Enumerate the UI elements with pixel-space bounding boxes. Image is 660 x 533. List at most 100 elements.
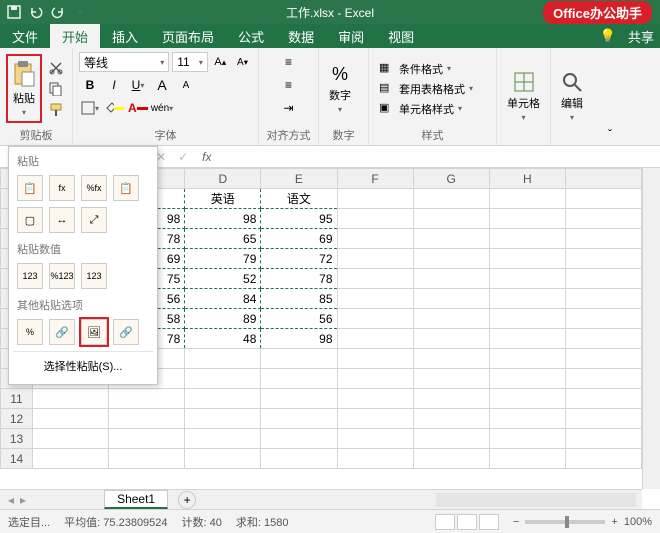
phonetic-button[interactable]: wén▾ <box>151 98 173 118</box>
decrease-font-button[interactable]: A▾ <box>233 52 252 72</box>
tab-data[interactable]: 数据 <box>276 24 326 48</box>
font-color-button[interactable]: A <box>127 98 149 118</box>
cell[interactable]: 65 <box>185 229 261 249</box>
paste-picture-button[interactable]: 🖼 <box>81 319 107 345</box>
cell[interactable] <box>489 409 565 429</box>
zoom-in-button[interactable]: + <box>611 516 617 528</box>
paste-values-button[interactable]: 123 <box>17 263 43 289</box>
row-header[interactable]: 12 <box>1 409 33 429</box>
cell[interactable] <box>337 449 413 469</box>
view-pagelayout-button[interactable] <box>457 514 477 530</box>
copy-button[interactable] <box>46 80 66 98</box>
cell[interactable] <box>413 449 489 469</box>
font-name-select[interactable]: 等线▾ <box>79 52 169 72</box>
redo-icon[interactable] <box>50 4 66 20</box>
col-header[interactable]: G <box>413 169 489 189</box>
zoom-slider[interactable] <box>525 520 605 524</box>
cell[interactable] <box>33 409 109 429</box>
tell-me-icon[interactable]: 💡 <box>594 24 622 48</box>
row-header[interactable]: 13 <box>1 429 33 449</box>
bold-button[interactable]: B <box>79 75 101 95</box>
align-top-button[interactable]: ≡ <box>278 52 300 72</box>
table-format-button[interactable]: ▤套用表格格式▾ <box>375 80 477 98</box>
cell[interactable] <box>185 449 261 469</box>
qat-dropdown-icon[interactable]: ▾ <box>72 4 88 20</box>
paste-keep-source-fmt-button[interactable]: 📋 <box>113 175 139 201</box>
cell[interactable] <box>565 349 641 369</box>
editing-button[interactable]: 编辑▾ <box>557 67 587 126</box>
cell[interactable] <box>489 389 565 409</box>
cell[interactable]: 72 <box>261 249 337 269</box>
cell[interactable]: 78 <box>261 269 337 289</box>
italic-button[interactable]: I <box>103 75 125 95</box>
paste-keep-colwidth-button[interactable]: ↔ <box>49 207 75 233</box>
cell[interactable] <box>565 449 641 469</box>
font-smallA-button[interactable]: A <box>175 75 197 95</box>
cell[interactable] <box>337 349 413 369</box>
col-header[interactable]: D <box>185 169 261 189</box>
cell[interactable] <box>413 349 489 369</box>
col-header[interactable]: H <box>489 169 565 189</box>
fx-icon[interactable]: fx <box>194 150 219 164</box>
cell[interactable]: 52 <box>185 269 261 289</box>
fill-color-button[interactable] <box>103 98 125 118</box>
cell[interactable] <box>109 449 185 469</box>
paste-button[interactable]: 粘贴 ▾ <box>6 54 42 123</box>
view-normal-button[interactable] <box>435 514 455 530</box>
paste-transpose-button[interactable]: ⤢ <box>81 207 107 233</box>
underline-button[interactable]: U▾ <box>127 75 149 95</box>
cell[interactable] <box>565 429 641 449</box>
row-header[interactable]: 11 <box>1 389 33 409</box>
sheet-nav-prev-icon[interactable]: ▸ <box>20 493 26 507</box>
indent-button[interactable]: ⇥ <box>278 98 300 118</box>
cell[interactable]: 48 <box>185 329 261 349</box>
col-header[interactable]: F <box>337 169 413 189</box>
paste-linked-picture-button[interactable]: 🔗 <box>113 319 139 345</box>
cell[interactable] <box>489 369 565 389</box>
cell[interactable]: 英语 <box>185 189 261 209</box>
view-pagebreak-button[interactable] <box>479 514 499 530</box>
paste-no-borders-button[interactable]: ▢ <box>17 207 43 233</box>
cell[interactable] <box>185 429 261 449</box>
cell[interactable]: 69 <box>261 229 337 249</box>
cell[interactable] <box>33 429 109 449</box>
cell[interactable] <box>261 429 337 449</box>
cell[interactable] <box>565 389 641 409</box>
cell[interactable]: 89 <box>185 309 261 329</box>
cell[interactable] <box>337 389 413 409</box>
cell[interactable] <box>261 349 337 369</box>
horizontal-scrollbar[interactable] <box>436 493 636 507</box>
conditional-format-button[interactable]: ▦条件格式▾ <box>375 60 477 78</box>
add-sheet-button[interactable]: + <box>178 491 196 509</box>
cell[interactable]: 95 <box>261 209 337 229</box>
cell-styles-button[interactable]: ▣单元格样式▾ <box>375 100 477 118</box>
sheet-nav-first-icon[interactable]: ◂ <box>8 493 14 507</box>
col-header[interactable]: E <box>261 169 337 189</box>
share-tab[interactable]: 共享 <box>622 24 660 48</box>
tab-formula[interactable]: 公式 <box>226 24 276 48</box>
cell[interactable] <box>413 389 489 409</box>
cell[interactable] <box>565 409 641 429</box>
cell[interactable]: 98 <box>261 329 337 349</box>
cell[interactable] <box>337 409 413 429</box>
tab-file[interactable]: 文件 <box>0 24 50 48</box>
cell[interactable]: 84 <box>185 289 261 309</box>
cell[interactable] <box>337 369 413 389</box>
paste-special-button[interactable]: 选择性粘贴(S)... <box>13 351 153 380</box>
borders-button[interactable]: ▾ <box>79 98 101 118</box>
paste-values-numfmt-button[interactable]: %123 <box>49 263 75 289</box>
cell[interactable] <box>109 409 185 429</box>
cut-button[interactable] <box>46 59 66 77</box>
confirm-formula-button[interactable]: ✓ <box>172 150 194 164</box>
cell[interactable] <box>261 449 337 469</box>
align-left-button[interactable]: ≡ <box>278 75 300 95</box>
cell[interactable] <box>261 369 337 389</box>
cell[interactable] <box>261 389 337 409</box>
cell[interactable] <box>33 449 109 469</box>
cell[interactable] <box>109 429 185 449</box>
cell[interactable] <box>33 389 109 409</box>
cell[interactable] <box>413 429 489 449</box>
font-size-select[interactable]: 11▾ <box>172 52 208 72</box>
paste-formatting-button[interactable]: % <box>17 319 43 345</box>
format-painter-button[interactable] <box>46 101 66 119</box>
